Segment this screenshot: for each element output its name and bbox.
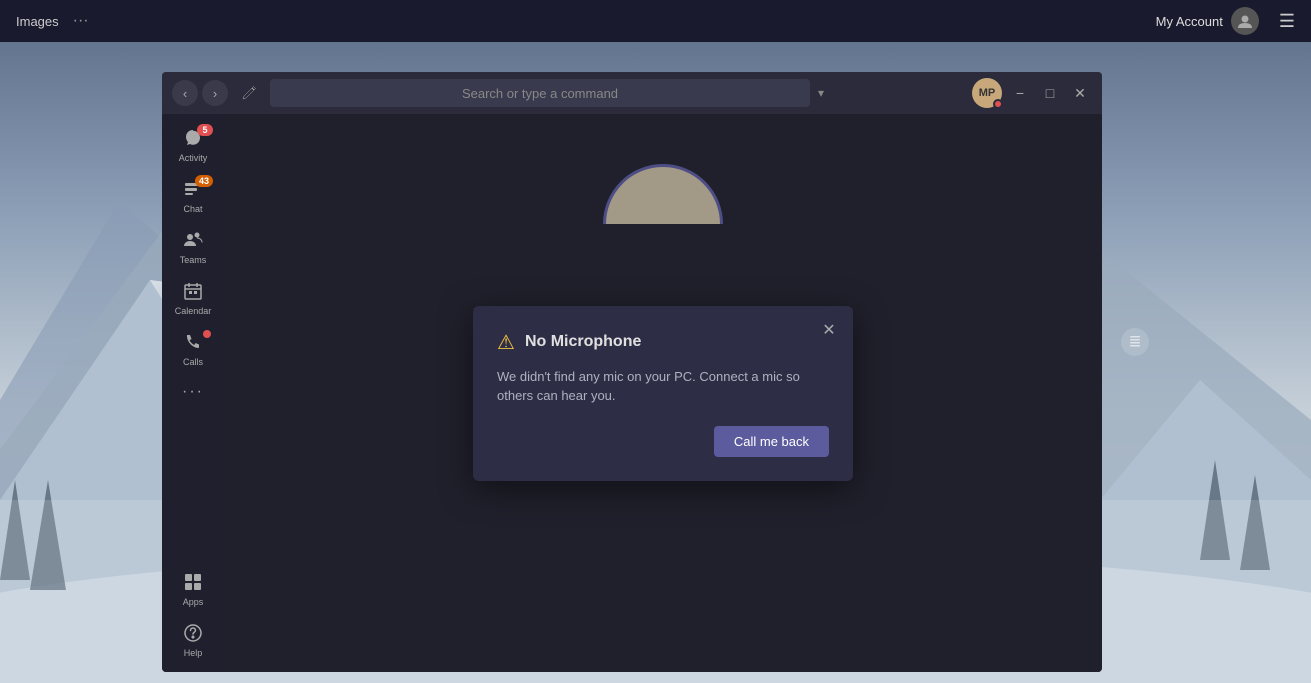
teams-body: Activity 5 Chat 43 [162, 114, 1102, 672]
scroll-indicator [1121, 328, 1149, 356]
maximize-button[interactable]: □ [1038, 81, 1062, 105]
minimize-button[interactable]: − [1008, 81, 1032, 105]
scroll-indicator-area [1121, 328, 1149, 356]
dialog-header: ⚠ No Microphone [497, 330, 829, 355]
profile-initials: MP [979, 87, 996, 99]
dialog-actions: Call me back [497, 426, 829, 457]
chat-badge: 43 [195, 175, 213, 187]
account-avatar [1231, 7, 1259, 35]
calls-badge-dot [203, 330, 211, 338]
more-icon: ··· [182, 383, 204, 401]
sidebar-item-help[interactable]: Help [169, 617, 217, 664]
help-icon [183, 623, 203, 646]
sidebar-item-apps[interactable]: Apps [169, 566, 217, 613]
calendar-label: Calendar [175, 306, 212, 316]
teams-titlebar: ‹ › ▾ MP − □ ✕ [162, 72, 1102, 114]
teams-main-content: ✕ ⚠ No Microphone We didn't find any mic… [224, 114, 1102, 672]
browser-bar: Images ··· My Account ☰ [0, 0, 1311, 42]
tab-label: Images [16, 14, 59, 29]
my-account-label: My Account [1156, 14, 1223, 29]
search-dropdown[interactable]: ▾ [818, 86, 824, 100]
nav-buttons: ‹ › [172, 80, 228, 106]
sidebar-item-calls[interactable]: Calls [169, 326, 217, 373]
activity-badge: 5 [197, 124, 213, 136]
forward-button[interactable]: › [202, 80, 228, 106]
apps-icon [183, 572, 203, 595]
close-button[interactable]: ✕ [1068, 81, 1092, 105]
activity-label: Activity [179, 153, 208, 163]
warning-icon: ⚠ [497, 330, 515, 355]
hamburger-menu-button[interactable]: ☰ [1279, 11, 1295, 32]
profile-badge[interactable]: MP [972, 78, 1002, 108]
teams-label: Teams [180, 255, 207, 265]
no-microphone-dialog: ✕ ⚠ No Microphone We didn't find any mic… [473, 306, 853, 481]
compose-button[interactable] [236, 80, 262, 106]
chat-label: Chat [183, 204, 202, 214]
apps-label: Apps [183, 597, 204, 607]
titlebar-right: MP − □ ✕ [972, 78, 1092, 108]
calendar-icon [183, 281, 203, 304]
dialog-title: No Microphone [525, 333, 641, 351]
back-button[interactable]: ‹ [172, 80, 198, 106]
my-account-button[interactable]: My Account [1156, 7, 1259, 35]
dialog-overlay: ✕ ⚠ No Microphone We didn't find any mic… [224, 114, 1102, 672]
tab-more-button[interactable]: ··· [73, 12, 89, 30]
calls-icon [183, 332, 203, 355]
sidebar-item-more[interactable]: ··· [169, 377, 217, 407]
browser-tab[interactable]: Images ··· [16, 12, 89, 30]
teams-icon [183, 230, 203, 253]
dialog-close-button[interactable]: ✕ [817, 318, 841, 342]
search-input[interactable] [270, 79, 810, 107]
sidebar-item-activity[interactable]: Activity 5 [169, 122, 217, 169]
sidebar-item-teams[interactable]: Teams [169, 224, 217, 271]
call-back-button[interactable]: Call me back [714, 426, 829, 457]
sidebar-item-calendar[interactable]: Calendar [169, 275, 217, 322]
teams-sidebar: Activity 5 Chat 43 [162, 114, 224, 672]
help-label: Help [184, 648, 203, 658]
teams-window: ‹ › ▾ MP − □ ✕ [162, 72, 1102, 672]
sidebar-item-chat[interactable]: Chat 43 [169, 173, 217, 220]
calls-label: Calls [183, 357, 203, 367]
browser-right: My Account ☰ [1156, 7, 1295, 35]
status-indicator [993, 99, 1003, 109]
dialog-message: We didn't find any mic on your PC. Conne… [497, 367, 829, 406]
